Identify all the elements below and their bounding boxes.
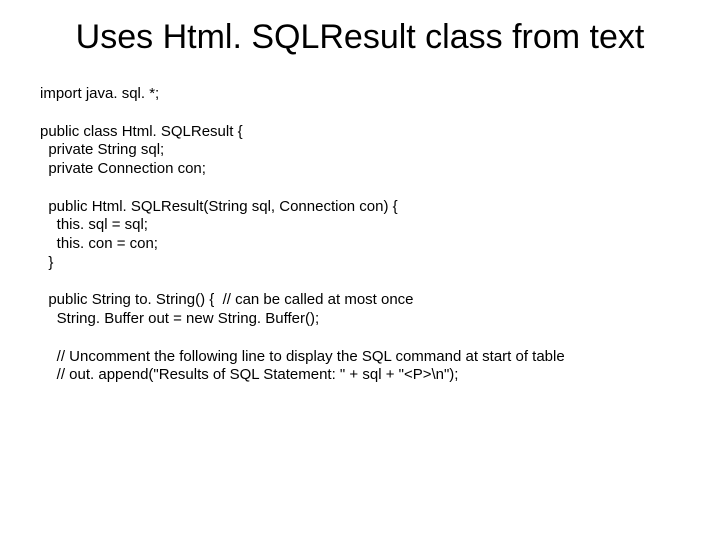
slide-title: Uses Html. SQLResult class from text — [70, 18, 650, 57]
slide: Uses Html. SQLResult class from text imp… — [0, 0, 720, 540]
code-block: import java. sql. *; public class Html. … — [40, 85, 680, 385]
